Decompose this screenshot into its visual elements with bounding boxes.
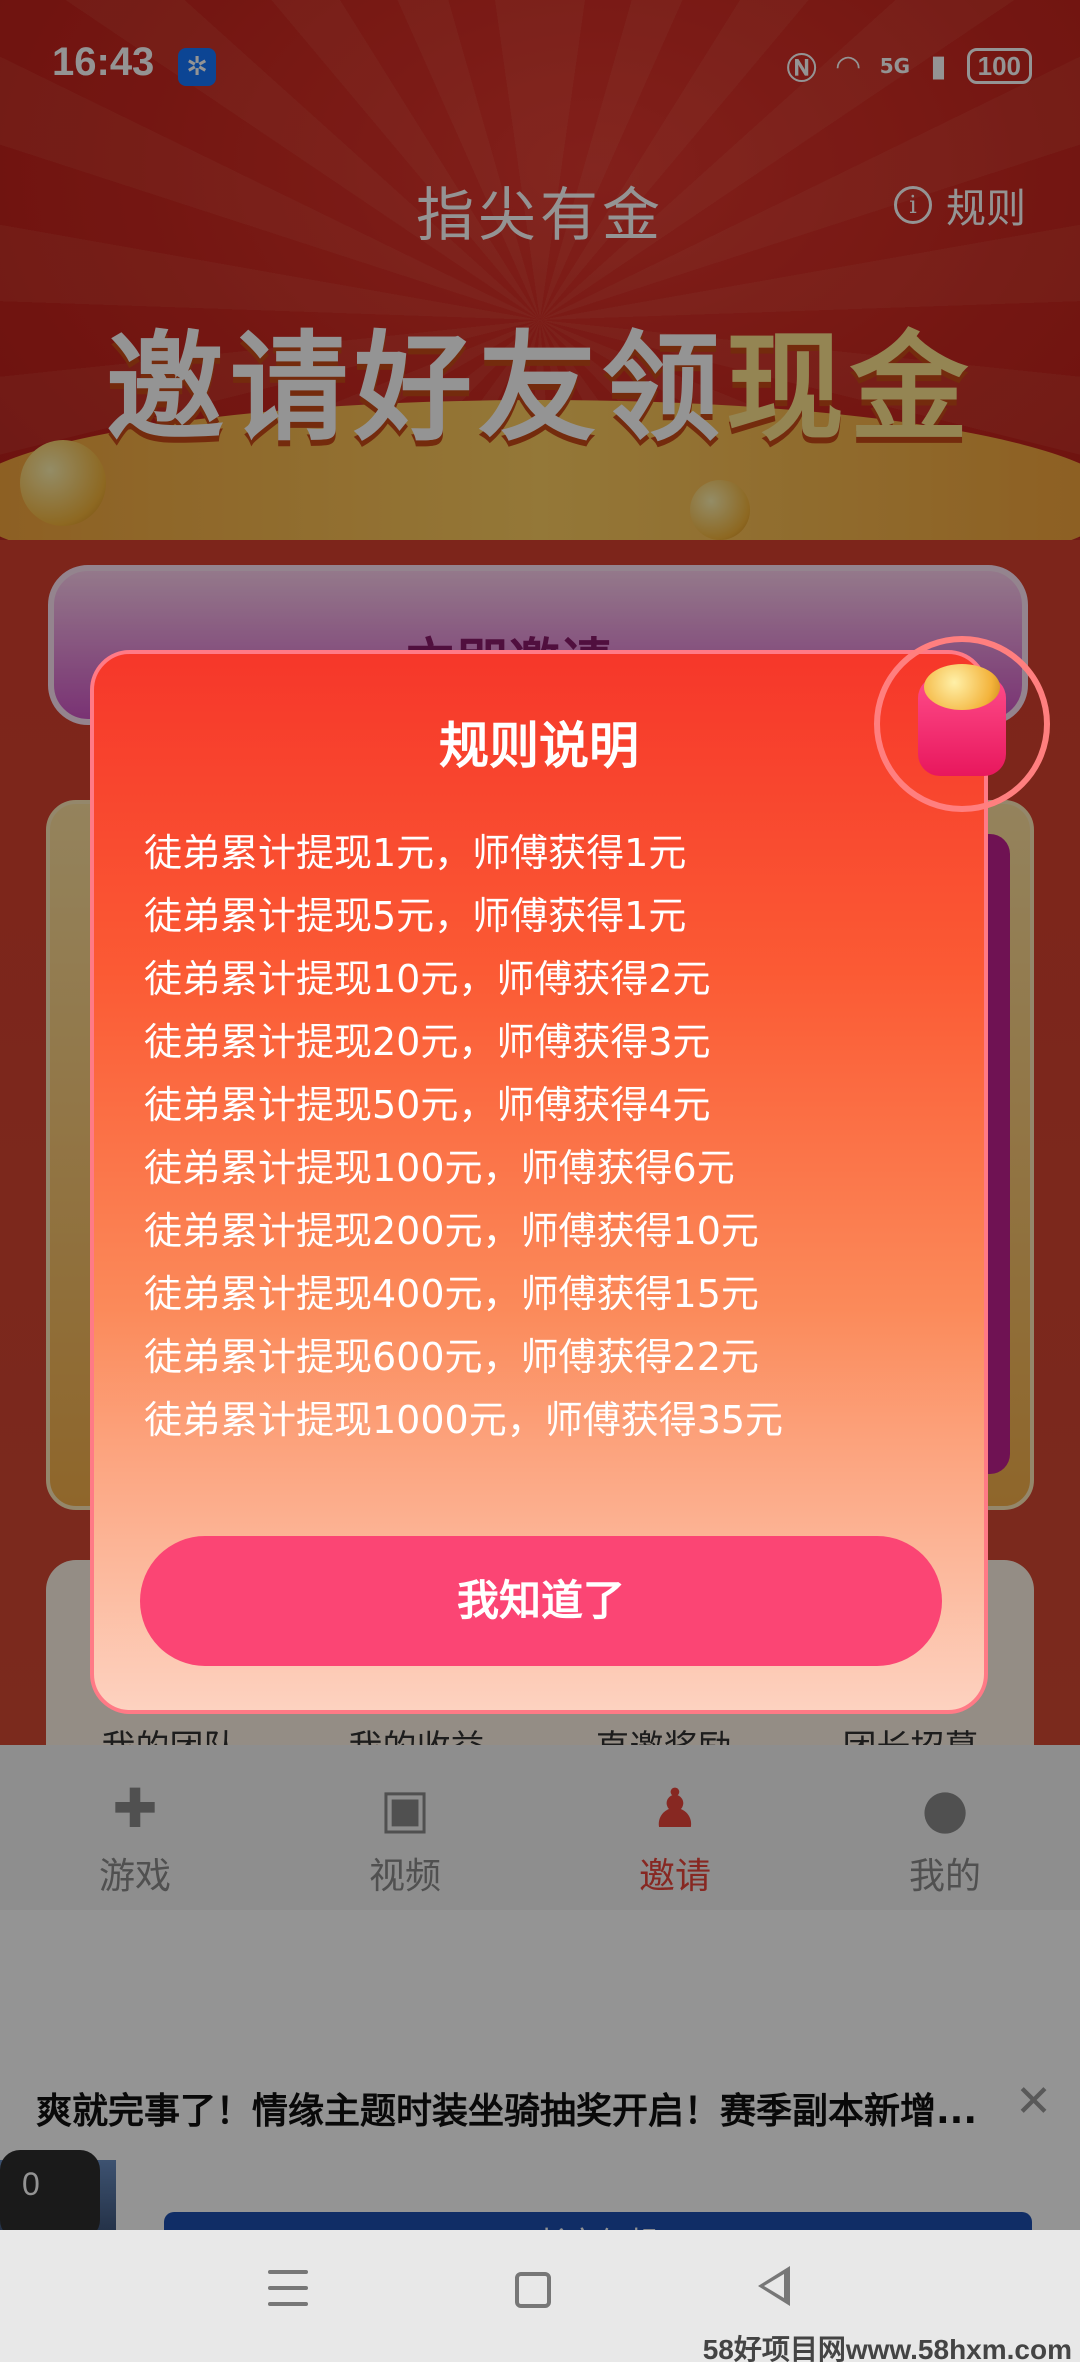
rule-item: 徒弟累计提现1000元，师傅获得35元 [144,1398,784,1442]
rules-list: 徒弟累计提现1元，师傅获得1元 徒弟累计提现5元，师傅获得1元 徒弟累计提现10… [144,822,783,1452]
nav-back-icon[interactable] [758,2266,790,2306]
rule-item: 徒弟累计提现400元，师傅获得15元 [144,1272,759,1316]
rule-item: 徒弟累计提现5元，师傅获得1元 [144,894,687,938]
nav-home-icon[interactable] [515,2272,551,2308]
rule-item: 徒弟累计提现100元，师傅获得6元 [144,1146,735,1190]
confirm-button[interactable]: 我知道了 [140,1536,942,1666]
watermark: 58好项目网www.58hxm.com [702,2334,1072,2362]
rule-item: 徒弟累计提现10元，师傅获得2元 [144,957,711,1001]
rule-item: 徒弟累计提现20元，师傅获得3元 [144,1020,711,1064]
rule-item: 徒弟累计提现200元，师傅获得10元 [144,1209,759,1253]
coin-icon [924,664,1000,710]
red-packet-button[interactable] [874,636,1050,812]
rules-modal: 规则说明 徒弟累计提现1元，师傅获得1元 徒弟累计提现5元，师傅获得1元 徒弟累… [90,650,988,1714]
app-screen: 16:43 ✲ Ⓝ ◠ 5G ▮ 100 指尖有金 i 规则 邀请好友领现金 立… [0,0,1080,2362]
rule-item: 徒弟累计提现1元，师傅获得1元 [144,831,687,875]
rule-item: 徒弟累计提现50元，师傅获得4元 [144,1083,711,1127]
modal-title: 规则说明 [439,717,639,775]
nav-menu-icon[interactable] [268,2270,308,2310]
red-packet-icon [918,664,1006,776]
rule-item: 徒弟累计提现600元，师傅获得22元 [144,1335,759,1379]
